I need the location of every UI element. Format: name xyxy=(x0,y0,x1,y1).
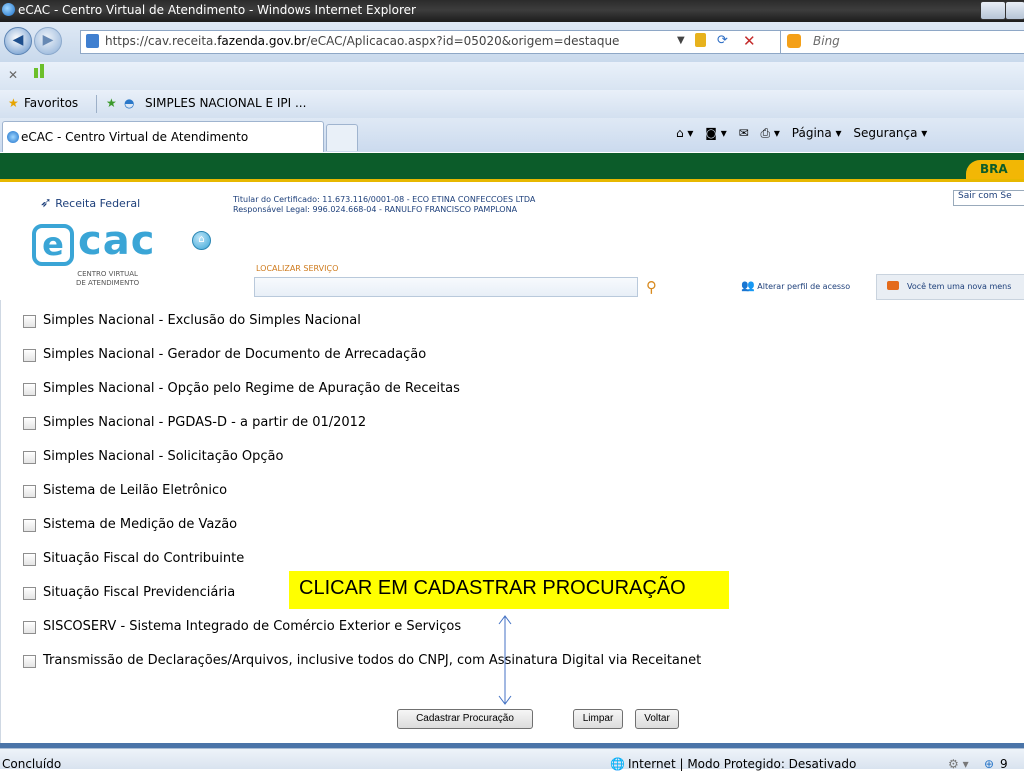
service-label: Sistema de Medição de Vazão xyxy=(43,517,238,532)
page-icon xyxy=(86,34,99,48)
zone-status[interactable]: Internet | Modo Protegido: Desativado xyxy=(628,757,856,771)
minimize-button[interactable] xyxy=(980,1,1006,20)
service-label: Simples Nacional - Solicitação Opção xyxy=(43,449,284,464)
favorite-link[interactable]: SIMPLES NACIONAL E IPI ... xyxy=(145,96,306,110)
service-label: Situação Fiscal do Contribuinte xyxy=(43,551,245,566)
service-label: Simples Nacional - Exclusão do Simples N… xyxy=(43,313,361,328)
url-dropdown-icon[interactable]: ▼ xyxy=(677,35,685,46)
command-bar: ⌂ ▾ ◙ ▾ ✉ ⎙ ▾ Página ▾ Segurança ▾ xyxy=(676,126,935,141)
address-bar: ◀ ▶ https://cav.receita.fazenda.gov.br/e… xyxy=(0,22,1024,62)
forward-button[interactable]: ▶ xyxy=(34,27,62,55)
star-icon: ★ xyxy=(8,96,19,110)
arrow-annotation xyxy=(498,615,512,705)
close-icon[interactable]: ✕ xyxy=(8,68,18,82)
certificate-info: Titular do Certificado: 11.673.116/0001-… xyxy=(233,195,536,214)
service-checkbox[interactable] xyxy=(23,315,36,328)
toolbar-row: ✕ xyxy=(0,62,1024,90)
site-header: ➶ Receita Federal Titular do Certificado… xyxy=(0,182,1024,300)
url-field[interactable]: https://cav.receita.fazenda.gov.br/eCAC/… xyxy=(80,30,782,54)
signal-icon-bar xyxy=(40,64,44,78)
service-checkbox[interactable] xyxy=(23,383,36,396)
refresh-icon[interactable]: ⟳ xyxy=(717,33,728,48)
search-icon[interactable]: ⚲ xyxy=(646,278,657,296)
stop-icon[interactable]: ✕ xyxy=(743,32,756,50)
service-label: Sistema de Leilão Eletrônico xyxy=(43,483,228,498)
search-label: LOCALIZAR SERVIÇO xyxy=(256,264,339,273)
service-checkbox[interactable] xyxy=(23,621,36,634)
ie-tab-icon xyxy=(7,131,19,143)
globe-icon: 🌐 xyxy=(610,757,625,771)
back-page-button[interactable]: Voltar xyxy=(635,709,679,729)
add-favorite-icon[interactable]: ★ xyxy=(106,96,117,110)
lock-icon[interactable] xyxy=(695,33,706,47)
service-checkbox[interactable] xyxy=(23,519,36,532)
settings-icon[interactable]: ⚙ ▾ xyxy=(948,757,969,771)
alter-profile-link[interactable]: 👥 Alterar perfil de acesso xyxy=(741,279,850,292)
envelope-icon xyxy=(887,281,899,290)
ecac-logo: e cac CENTRO VIRTUAL DE ATENDIMENTO xyxy=(32,218,182,292)
messages-link[interactable]: Você tem uma nova mens xyxy=(876,274,1024,300)
service-checkbox[interactable] xyxy=(23,417,36,430)
service-label: Simples Nacional - Gerador de Documento … xyxy=(43,347,427,362)
window-title-bar: eCAC - Centro Virtual de Atendimento - W… xyxy=(0,0,1024,22)
bing-icon xyxy=(787,34,801,48)
service-label: Situação Fiscal Previdenciária xyxy=(43,585,236,600)
service-checkbox[interactable] xyxy=(23,349,36,362)
url-text: https://cav.receita.fazenda.gov.br/eCAC/… xyxy=(105,34,620,48)
favorites-button[interactable]: Favoritos xyxy=(24,96,78,110)
register-proxy-button[interactable]: Cadastrar Procuração xyxy=(397,709,533,729)
home-icon[interactable]: ⌂ ▾ xyxy=(676,126,693,140)
mail-icon[interactable]: ✉ xyxy=(739,126,749,140)
service-checkbox[interactable] xyxy=(23,553,36,566)
new-tab-button[interactable] xyxy=(326,124,358,151)
tab-ecac[interactable]: eCAC - Centro Virtual de Atendimento xyxy=(2,121,324,152)
service-label: Simples Nacional - PGDAS-D - a partir de… xyxy=(43,415,367,430)
zoom-icon: ⊕ xyxy=(984,757,995,771)
favorites-bar: ★ Favoritos ★ ◓ SIMPLES NACIONAL E IPI .… xyxy=(0,90,1024,119)
feeds-icon[interactable]: ◙ ▾ xyxy=(705,126,726,140)
ie-icon xyxy=(2,3,15,16)
signal-icon xyxy=(34,68,38,78)
security-menu[interactable]: Segurança ▾ xyxy=(853,126,927,140)
service-label: SISCOSERV - Sistema Integrado de Comérci… xyxy=(43,619,462,634)
users-icon: 👥 xyxy=(741,279,755,292)
maximize-button[interactable] xyxy=(1005,1,1024,20)
window-title: eCAC - Centro Virtual de Atendimento - W… xyxy=(18,3,416,17)
tab-label: eCAC - Centro Virtual de Atendimento xyxy=(21,130,249,144)
back-button[interactable]: ◀ xyxy=(4,27,32,55)
service-checkbox[interactable] xyxy=(23,655,36,668)
ecac-logo-e: e xyxy=(32,224,74,266)
search-placeholder: Bing xyxy=(813,34,840,48)
tab-bar: eCAC - Centro Virtual de Atendimento ⌂ ▾… xyxy=(0,118,1024,152)
print-icon[interactable]: ⎙ ▾ xyxy=(761,126,780,140)
service-checkbox[interactable] xyxy=(23,451,36,464)
service-checkbox[interactable] xyxy=(23,485,36,498)
service-search-input[interactable] xyxy=(254,277,638,297)
divider xyxy=(96,95,97,113)
service-label: Transmissão de Declarações/Arquivos, inc… xyxy=(43,653,702,668)
home-icon[interactable]: ⌂ xyxy=(192,231,211,250)
site-top-bar: BRA xyxy=(0,153,1024,182)
window-controls xyxy=(980,1,1024,20)
clear-button[interactable]: Limpar xyxy=(573,709,623,729)
brasil-tag[interactable]: BRA xyxy=(966,160,1024,179)
web-slice-icon: ◓ xyxy=(124,96,135,110)
zoom-level[interactable]: 9 xyxy=(1000,757,1008,771)
status-text: Concluído xyxy=(2,757,62,771)
search-field[interactable]: Bing xyxy=(780,30,1024,54)
status-bar: Concluído 🌐 Internet | Modo Protegido: D… xyxy=(0,748,1024,771)
service-label: Simples Nacional - Opção pelo Regime de … xyxy=(43,381,460,396)
logout-link[interactable]: Sair com Se xyxy=(953,190,1024,206)
eagle-icon: ➶ xyxy=(40,195,52,211)
instruction-callout: CLICAR EM CADASTRAR PROCURAÇÃO xyxy=(289,571,729,609)
page-menu[interactable]: Página ▾ xyxy=(792,126,842,140)
receita-federal-logo: ➶ Receita Federal xyxy=(40,195,141,211)
service-checkbox[interactable] xyxy=(23,587,36,600)
ecac-logo-subtitle: CENTRO VIRTUAL DE ATENDIMENTO xyxy=(76,270,140,287)
ecac-logo-text: cac xyxy=(78,218,156,264)
